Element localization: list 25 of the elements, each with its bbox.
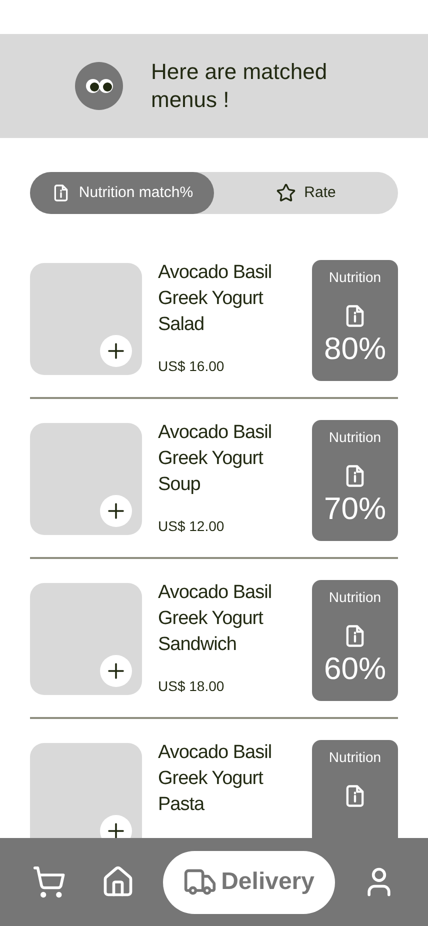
menu-price: US$ 18.00 bbox=[158, 677, 226, 696]
cart-icon bbox=[32, 865, 66, 899]
sort-tab[interactable]: Rate bbox=[214, 172, 398, 214]
badge-label: Nutrition bbox=[328, 748, 382, 767]
add-button[interactable] bbox=[100, 655, 132, 687]
menu-name: Avocado Basil Greek Yogurt Pasta bbox=[158, 741, 273, 817]
badge-label: Nutrition bbox=[328, 268, 382, 287]
match-percent: 60% bbox=[324, 651, 386, 687]
match-percent: 80% bbox=[324, 331, 386, 367]
menu-name: Avocado Basil Greek Yogurt Salad bbox=[158, 261, 273, 337]
menu-price: US$ 12.00 bbox=[158, 517, 226, 536]
add-button[interactable] bbox=[100, 815, 132, 838]
sort-tab[interactable]: Nutrition match% bbox=[30, 172, 214, 214]
menu-price: US$ 16.00 bbox=[158, 357, 226, 376]
menu-name: Avocado Basil Greek Yogurt Soup bbox=[158, 421, 273, 497]
add-button[interactable] bbox=[100, 335, 132, 367]
badge-label: Nutrition bbox=[328, 588, 382, 607]
star-icon bbox=[276, 183, 296, 203]
match-percent: 70% bbox=[324, 491, 386, 527]
add-button[interactable] bbox=[100, 495, 132, 527]
badge-label: Nutrition bbox=[328, 428, 382, 447]
delivery-nav-button[interactable]: Delivery bbox=[163, 850, 334, 914]
menu-name: Avocado Basil Greek Yogurt Sandwich bbox=[158, 581, 273, 657]
banner-message: Here are matched menus ! bbox=[151, 58, 328, 114]
eyes-avatar-icon bbox=[75, 62, 123, 110]
